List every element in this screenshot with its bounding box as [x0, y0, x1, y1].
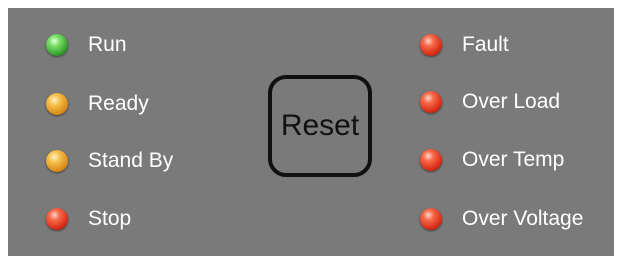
reset-button[interactable]: Reset — [268, 75, 372, 177]
indicator-label: Over Load — [462, 90, 561, 113]
indicator-label: Over Voltage — [462, 207, 584, 230]
indicator-label: Stop — [88, 207, 132, 230]
indicator-ready: Ready — [46, 92, 149, 116]
indicator-over-voltage: Over Voltage — [420, 207, 583, 231]
indicator-label: Ready — [88, 92, 149, 115]
indicator-over-temp: Over Temp — [420, 148, 564, 172]
indicator-fault: Fault — [420, 33, 509, 57]
indicator-run: Run — [46, 33, 127, 57]
indicator-stop: Stop — [46, 207, 131, 231]
indicator-label: Fault — [462, 33, 509, 56]
fault-led-icon — [420, 34, 442, 56]
ready-led-icon — [46, 93, 68, 115]
run-led-icon — [46, 34, 68, 56]
over-voltage-led-icon — [420, 208, 442, 230]
stop-led-icon — [46, 208, 68, 230]
indicator-label: Over Temp — [462, 148, 565, 171]
indicator-over-load: Over Load — [420, 90, 560, 114]
indicator-label: Run — [88, 33, 127, 56]
indicator-label: Stand By — [88, 149, 174, 172]
over-load-led-icon — [420, 91, 442, 113]
indicator-stand-by: Stand By — [46, 149, 173, 173]
over-temp-led-icon — [420, 149, 442, 171]
control-panel: Run Ready Stand By Stop Reset Fault Over… — [8, 8, 614, 256]
stand-by-led-icon — [46, 150, 68, 172]
